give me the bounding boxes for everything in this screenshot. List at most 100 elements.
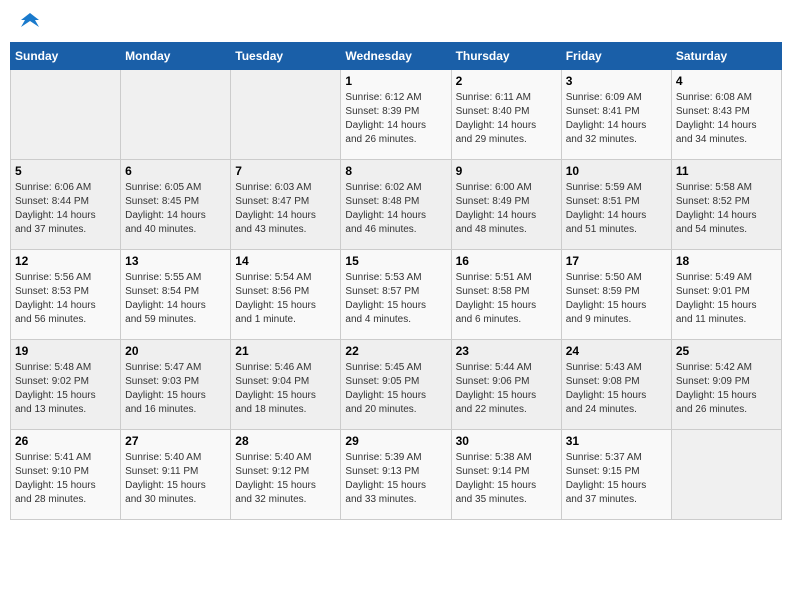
day-number: 8 (345, 164, 446, 178)
calendar-table: SundayMondayTuesdayWednesdayThursdayFrid… (10, 42, 782, 520)
calendar-cell: 2 Sunrise: 6:11 AMSunset: 8:40 PMDaylight… (451, 70, 561, 160)
day-number: 2 (456, 74, 557, 88)
day-number: 4 (676, 74, 777, 88)
calendar-cell: 31 Sunrise: 5:37 AMSunset: 9:15 PMDayligh… (561, 430, 671, 520)
header-day-thursday: Thursday (451, 43, 561, 70)
day-number: 3 (566, 74, 667, 88)
calendar-cell: 25Sunrise: 5:42 AMSunset: 9:09 PMDayligh… (671, 340, 781, 430)
day-info: Sunrise: 5:44 AMSunset: 9:06 PMDaylight:… (456, 361, 557, 417)
day-number: 10 (566, 164, 667, 178)
day-info: Sunrise: 5:46 AMSunset: 9:04 PMDaylight:… (235, 361, 336, 417)
day-info: Sunrise: 5:41 AMSunset: 9:10 PMDaylight:… (15, 451, 116, 507)
calendar-cell: 3 Sunrise: 6:09 AMSunset: 8:41 PMDaylight… (561, 70, 671, 160)
calendar-cell: 20Sunrise: 5:47 AMSunset: 9:03 PMDayligh… (121, 340, 231, 430)
day-number: 5 (15, 164, 116, 178)
header-day-friday: Friday (561, 43, 671, 70)
day-number: 17 (566, 254, 667, 268)
day-number: 26 (15, 434, 116, 448)
calendar-cell: 28Sunrise: 5:40 AMSunset: 9:12 PMDayligh… (231, 430, 341, 520)
calendar-cell: 17 Sunrise: 5:50 AMSunset: 8:59 PMDayligh… (561, 250, 671, 340)
day-info: Sunrise: 5:54 AMSunset: 8:56 PMDaylight:… (235, 271, 336, 327)
calendar-week-3: 12Sunrise: 5:56 AMSunset: 8:53 PMDayligh… (11, 250, 782, 340)
calendar-week-5: 26 Sunrise: 5:41 AMSunset: 9:10 PMDayligh… (11, 430, 782, 520)
day-number: 7 (235, 164, 336, 178)
header-day-sunday: Sunday (11, 43, 121, 70)
day-number: 31 (566, 434, 667, 448)
day-info: Sunrise: 6:12 AMSunset: 8:39 PMDaylight:… (345, 91, 446, 147)
day-info: Sunrise: 5:47 AMSunset: 9:03 PMDaylight:… (125, 361, 226, 417)
day-info: Sunrise: 5:39 AMSunset: 9:13 PMDaylight:… (345, 451, 446, 507)
calendar-cell: 30 Sunrise: 5:38 AMSunset: 9:14 PMDayligh… (451, 430, 561, 520)
logo (20, 15, 39, 27)
calendar-cell: 14Sunrise: 5:54 AMSunset: 8:56 PMDayligh… (231, 250, 341, 340)
calendar-cell (11, 70, 121, 160)
logo-bird-icon (21, 11, 39, 29)
day-info: Sunrise: 5:59 AMSunset: 8:51 PMDaylight:… (566, 181, 667, 237)
calendar-week-1: 1 Sunrise: 6:12 AMSunset: 8:39 PMDaylight… (11, 70, 782, 160)
day-number: 6 (125, 164, 226, 178)
calendar-cell: 18Sunrise: 5:49 AMSunset: 9:01 PMDayligh… (671, 250, 781, 340)
day-info: Sunrise: 5:58 AMSunset: 8:52 PMDaylight:… (676, 181, 777, 237)
day-number: 16 (456, 254, 557, 268)
calendar-body: 1 Sunrise: 6:12 AMSunset: 8:39 PMDaylight… (11, 70, 782, 520)
calendar-cell: 29 Sunrise: 5:39 AMSunset: 9:13 PMDayligh… (341, 430, 451, 520)
day-info: Sunrise: 6:00 AMSunset: 8:49 PMDaylight:… (456, 181, 557, 237)
header-day-wednesday: Wednesday (341, 43, 451, 70)
day-number: 29 (345, 434, 446, 448)
day-info: Sunrise: 5:40 AMSunset: 9:11 PMDaylight:… (125, 451, 226, 507)
page-header (10, 10, 782, 32)
calendar-cell: 22 Sunrise: 5:45 AMSunset: 9:05 PMDayligh… (341, 340, 451, 430)
calendar-cell (231, 70, 341, 160)
day-info: Sunrise: 6:11 AMSunset: 8:40 PMDaylight:… (456, 91, 557, 147)
calendar-cell: 24 Sunrise: 5:43 AMSunset: 9:08 PMDayligh… (561, 340, 671, 430)
calendar-cell: 11 Sunrise: 5:58 AMSunset: 8:52 PMDayligh… (671, 160, 781, 250)
day-number: 1 (345, 74, 446, 88)
day-number: 9 (456, 164, 557, 178)
day-info: Sunrise: 6:06 AMSunset: 8:44 PMDaylight:… (15, 181, 116, 237)
calendar-cell: 16 Sunrise: 5:51 AMSunset: 8:58 PMDayligh… (451, 250, 561, 340)
day-info: Sunrise: 5:48 AMSunset: 9:02 PMDaylight:… (15, 361, 116, 417)
day-info: Sunrise: 6:05 AMSunset: 8:45 PMDaylight:… (125, 181, 226, 237)
calendar-cell: 4 Sunrise: 6:08 AMSunset: 8:43 PMDaylight… (671, 70, 781, 160)
day-info: Sunrise: 5:38 AMSunset: 9:14 PMDaylight:… (456, 451, 557, 507)
day-info: Sunrise: 5:53 AMSunset: 8:57 PMDaylight:… (345, 271, 446, 327)
day-number: 22 (345, 344, 446, 358)
day-number: 21 (235, 344, 336, 358)
day-info: Sunrise: 5:37 AMSunset: 9:15 PMDaylight:… (566, 451, 667, 507)
calendar-cell: 13Sunrise: 5:55 AMSunset: 8:54 PMDayligh… (121, 250, 231, 340)
calendar-cell: 27Sunrise: 5:40 AMSunset: 9:11 PMDayligh… (121, 430, 231, 520)
day-number: 28 (235, 434, 336, 448)
day-info: Sunrise: 5:45 AMSunset: 9:05 PMDaylight:… (345, 361, 446, 417)
calendar-header: SundayMondayTuesdayWednesdayThursdayFrid… (11, 43, 782, 70)
day-number: 24 (566, 344, 667, 358)
day-info: Sunrise: 5:56 AMSunset: 8:53 PMDaylight:… (15, 271, 116, 327)
day-info: Sunrise: 5:49 AMSunset: 9:01 PMDaylight:… (676, 271, 777, 327)
day-info: Sunrise: 5:50 AMSunset: 8:59 PMDaylight:… (566, 271, 667, 327)
day-info: Sunrise: 5:42 AMSunset: 9:09 PMDaylight:… (676, 361, 777, 417)
calendar-cell (671, 430, 781, 520)
header-day-saturday: Saturday (671, 43, 781, 70)
calendar-cell: 26 Sunrise: 5:41 AMSunset: 9:10 PMDayligh… (11, 430, 121, 520)
calendar-cell: 7Sunrise: 6:03 AMSunset: 8:47 PMDaylight… (231, 160, 341, 250)
day-number: 23 (456, 344, 557, 358)
calendar-cell: 8 Sunrise: 6:02 AMSunset: 8:48 PMDaylight… (341, 160, 451, 250)
day-info: Sunrise: 6:08 AMSunset: 8:43 PMDaylight:… (676, 91, 777, 147)
calendar-cell: 21 Sunrise: 5:46 AMSunset: 9:04 PMDayligh… (231, 340, 341, 430)
calendar-cell: 19 Sunrise: 5:48 AMSunset: 9:02 PMDayligh… (11, 340, 121, 430)
day-number: 11 (676, 164, 777, 178)
day-number: 30 (456, 434, 557, 448)
calendar-week-4: 19 Sunrise: 5:48 AMSunset: 9:02 PMDayligh… (11, 340, 782, 430)
calendar-cell: 10 Sunrise: 5:59 AMSunset: 8:51 PMDayligh… (561, 160, 671, 250)
day-info: Sunrise: 5:43 AMSunset: 9:08 PMDaylight:… (566, 361, 667, 417)
header-day-tuesday: Tuesday (231, 43, 341, 70)
day-number: 19 (15, 344, 116, 358)
day-info: Sunrise: 5:51 AMSunset: 8:58 PMDaylight:… (456, 271, 557, 327)
day-info: Sunrise: 6:09 AMSunset: 8:41 PMDaylight:… (566, 91, 667, 147)
calendar-cell: 12Sunrise: 5:56 AMSunset: 8:53 PMDayligh… (11, 250, 121, 340)
day-number: 15 (345, 254, 446, 268)
day-info: Sunrise: 5:55 AMSunset: 8:54 PMDaylight:… (125, 271, 226, 327)
day-info: Sunrise: 6:02 AMSunset: 8:48 PMDaylight:… (345, 181, 446, 237)
calendar-cell: 1 Sunrise: 6:12 AMSunset: 8:39 PMDaylight… (341, 70, 451, 160)
calendar-cell (121, 70, 231, 160)
calendar-week-2: 5 Sunrise: 6:06 AMSunset: 8:44 PMDaylight… (11, 160, 782, 250)
